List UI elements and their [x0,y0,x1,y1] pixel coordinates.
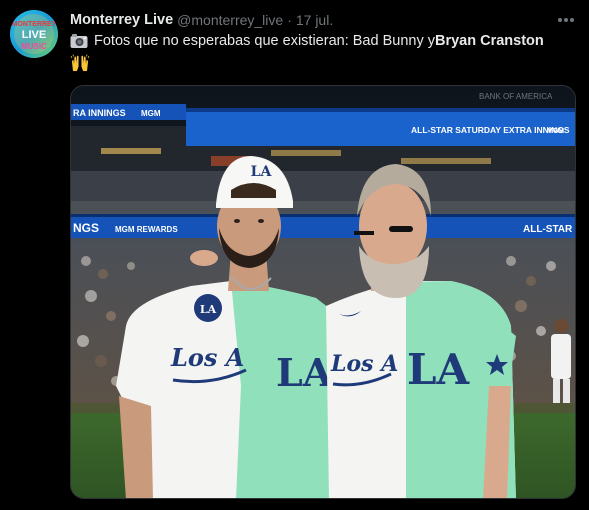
jersey-left-logo: LA [276,350,333,395]
banner-upper-left-brand: MGM [141,109,161,118]
author-name[interactable]: Monterrey Live [70,12,173,28]
avatar-text-2: LIVE [22,29,46,41]
tweet-header: Monterrey Live @monterrey_live · 17 jul. [70,10,333,30]
avatar-text-1: MONTERREY [12,21,57,28]
banner-lower-left-brand: MGM REWARDS [115,225,178,234]
jersey-right-logo: LA [407,345,471,394]
jersey-left-script: Los A [170,343,244,372]
tweet-text: Fotos que no esperabas que existieran: B… [70,33,544,49]
banner-upper-left: RA INNINGS [73,108,126,118]
banner-top-far-right: BANK OF AMERICA [479,92,553,101]
avatar[interactable]: MONTERREY LIVE MUSIC [10,10,58,58]
jersey-right-script: Los A [330,351,398,377]
avatar-text-3: MUSIC [21,42,47,51]
tweet-date[interactable]: 17 jul. [296,12,333,28]
avatar-logo: MONTERREY LIVE MUSIC [10,10,58,58]
cap-logo: LA [251,164,273,180]
banner-lower-right: ALL-STAR [523,224,573,235]
raised-hands-icon [70,54,90,71]
separator-dot: · [287,12,292,28]
banner-upper-right-brand: MGM [547,128,564,135]
patch-logo: LA [200,303,217,316]
tweet-text-line2 [70,54,90,72]
tweet-card[interactable]: MONTERREY LIVE MUSIC Monterrey Live @mon… [0,0,589,510]
banner-lower-left: NGS [73,221,99,235]
photo-illustration: RA INNINGS MGM ALL-STAR SATURDAY EXTRA I… [71,86,575,498]
tweet-text-plain: Fotos que no esperabas que existieran: B… [94,33,435,49]
more-options-button[interactable] [556,11,576,29]
camera-icon [70,34,88,48]
ellipsis-icon [558,18,574,22]
author-handle[interactable]: @monterrey_live [177,12,283,28]
tweet-photo[interactable]: RA INNINGS MGM ALL-STAR SATURDAY EXTRA I… [70,85,576,499]
tweet-text-bold: Bryan Cranston [434,33,544,49]
